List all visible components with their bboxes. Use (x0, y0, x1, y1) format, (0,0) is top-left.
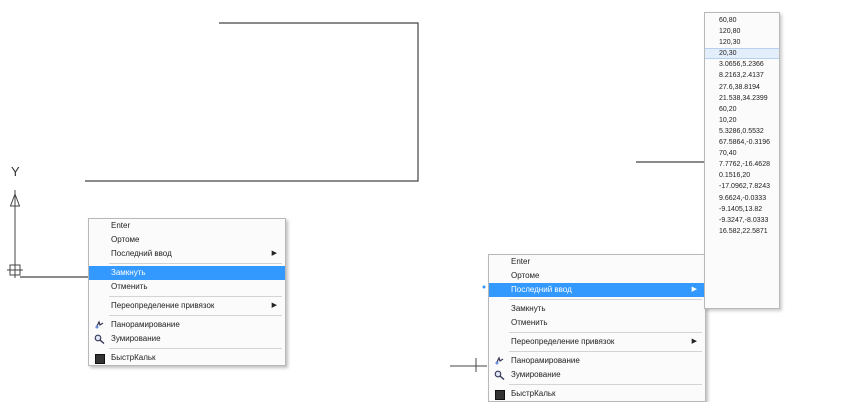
menu-item-last-input[interactable]: Последний ввод ▶ (89, 247, 285, 261)
calculator-icon (495, 390, 505, 400)
last-input-item[interactable]: 3.0656,5.2366 (705, 59, 779, 70)
menu-item-snap-overrides[interactable]: Переопределение привязок ▶ (489, 335, 705, 349)
pan-icon (95, 320, 104, 329)
y-axis-label: Y (11, 164, 20, 179)
menu-separator (109, 296, 282, 297)
last-input-item[interactable]: 7.7762,-16.4628 (705, 159, 779, 170)
cursor-pointer (450, 358, 487, 372)
last-input-item[interactable]: 120,80 (705, 26, 779, 37)
menu-item-close[interactable]: Замкнуть (489, 302, 705, 316)
menu-item-ortho[interactable]: Ортоме (489, 269, 705, 283)
menu-item-close[interactable]: Замкнуть (89, 266, 285, 280)
menu-separator (109, 315, 282, 316)
last-input-item[interactable]: 8.2163,2.4137 (705, 70, 779, 81)
context-menu-left: Enter Ортоме Последний ввод ▶ Замкнуть От… (88, 218, 286, 366)
menu-item-snap-overrides[interactable]: Переопределение привязок ▶ (89, 299, 285, 313)
menu-item-enter[interactable]: Enter (89, 219, 285, 233)
menu-separator (509, 299, 702, 300)
menu-separator (109, 348, 282, 349)
submenu-arrow-icon: ▶ (271, 250, 277, 257)
menu-item-pan[interactable]: Панорамирование (89, 318, 285, 332)
last-input-item[interactable]: 60,20 (705, 104, 779, 115)
last-input-item[interactable]: 16.582,22.5871 (705, 226, 779, 237)
last-input-item[interactable]: -9.3247,-8.0333 (705, 215, 779, 226)
last-input-item[interactable]: 120,30 (705, 37, 779, 48)
menu-item-ortho[interactable]: Ортоме (89, 233, 285, 247)
last-input-item[interactable]: -17.0962,7.8243 (705, 181, 779, 192)
last-input-submenu: 60,80 120,80 120,30 20,30 3.0656,5.2366 … (704, 12, 780, 309)
last-input-item[interactable]: 21.538,34.2399 (705, 93, 779, 104)
ucs-icon (7, 190, 23, 278)
menu-item-undo[interactable]: Отменить (489, 316, 705, 330)
last-input-item[interactable]: 67.5864,-0.3196 (705, 137, 779, 148)
polyline-left (85, 22, 419, 182)
zoom-icon (94, 334, 105, 344)
last-input-item[interactable]: 9.6624,-0.0333 (705, 193, 779, 204)
last-input-item[interactable]: 27.6,38.8194 (705, 82, 779, 93)
menu-item-zoom[interactable]: Зумирование (89, 332, 285, 346)
zoom-icon (494, 370, 505, 380)
menu-item-quickcalc[interactable]: БыстрКальк (89, 351, 285, 365)
menu-item-last-input[interactable]: Последний ввод ▶ (489, 283, 705, 297)
last-input-item[interactable]: 60,80 (705, 15, 779, 26)
pointer-mark-right (482, 285, 486, 289)
last-input-item[interactable]: 5.3286,0.5532 (705, 126, 779, 137)
last-input-item[interactable]: 70,40 (705, 148, 779, 159)
menu-separator (109, 263, 282, 264)
submenu-arrow-icon: ▶ (691, 286, 697, 293)
last-input-item[interactable]: 0.1516,20 (705, 170, 779, 181)
menu-item-zoom[interactable]: Зумирование (489, 368, 705, 382)
last-input-item[interactable]: 10,20 (705, 115, 779, 126)
menu-item-enter[interactable]: Enter (489, 255, 705, 269)
menu-separator (509, 332, 702, 333)
context-menu-right: Enter Ортоме Последний ввод ▶ Замкнуть От… (488, 254, 706, 402)
menu-separator (509, 384, 702, 385)
menu-item-undo[interactable]: Отменить (89, 280, 285, 294)
menu-separator (509, 351, 702, 352)
submenu-arrow-icon: ▶ (691, 338, 697, 345)
submenu-arrow-icon: ▶ (271, 302, 277, 309)
menu-item-quickcalc[interactable]: БыстрКальк (489, 387, 705, 401)
last-input-item[interactable]: 20,30 (705, 48, 779, 60)
last-input-item[interactable]: -9.1405,13.82 (705, 204, 779, 215)
calculator-icon (95, 354, 105, 364)
menu-item-pan[interactable]: Панорамирование (489, 354, 705, 368)
pan-icon (495, 356, 504, 365)
